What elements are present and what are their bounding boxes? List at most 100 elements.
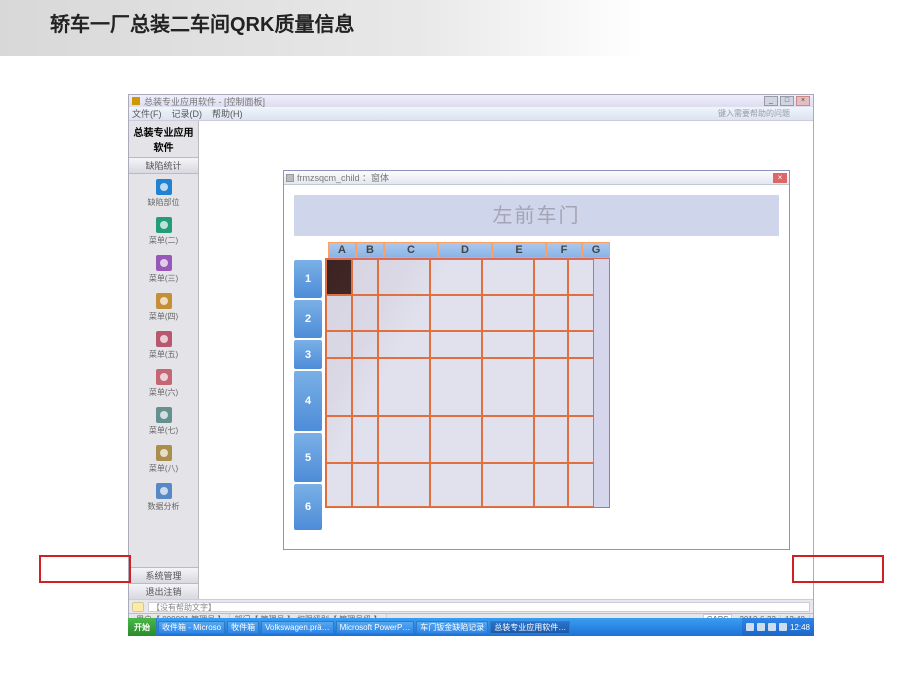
grid-cell-F4[interactable] [534,358,568,416]
grid-cell-A3[interactable] [326,331,352,358]
app-icon [132,97,140,105]
system-tray[interactable]: 12:48 [742,618,814,636]
column-header-E[interactable]: E [492,242,546,258]
sidebar-item-6[interactable]: 菜单(七) [129,402,198,440]
grid-cell-B2[interactable] [352,295,378,331]
grid-cell-A2[interactable] [326,295,352,331]
grid-cell-B5[interactable] [352,416,378,463]
row-header-3[interactable]: 3 [294,340,322,369]
col-labels: ABCDEFG [328,242,610,258]
grid-cell-C5[interactable] [378,416,430,463]
grid-cell-G5[interactable] [568,416,594,463]
column-header-A[interactable]: A [328,242,356,258]
sidebar-item-7[interactable]: 菜单(八) [129,440,198,478]
minimize-button[interactable]: _ [764,96,778,106]
column-header-B[interactable]: B [356,242,384,258]
taskbar-item[interactable]: 收件箱 - Microso [158,621,225,634]
grid-cell-E4[interactable] [482,358,534,416]
grid-cell-F2[interactable] [534,295,568,331]
grid-cell-B3[interactable] [352,331,378,358]
grid-cell-G6[interactable] [568,463,594,507]
sidebar-item-5[interactable]: 菜单(六) [129,364,198,402]
close-button[interactable]: × [796,96,810,106]
help-text: 【没有帮助文字】 [148,602,810,612]
grid-cell-D4[interactable] [430,358,482,416]
sidebar-item-4[interactable]: 菜单(五) [129,326,198,364]
sidebar-item-2[interactable]: 菜单(三) [129,250,198,288]
row-header-4[interactable]: 4 [294,371,322,431]
maximize-button[interactable]: □ [780,96,794,106]
sidebar-item-icon [155,406,173,424]
sidebar-item-icon [155,444,173,462]
grid-cell-G4[interactable] [568,358,594,416]
grid-cell-G1[interactable] [568,259,594,295]
taskbar-item[interactable]: 牧件箱 [227,621,259,634]
menu-record[interactable]: 记录(D) [172,107,203,120]
grid-cell-C1[interactable] [378,259,430,295]
grid-cell-D2[interactable] [430,295,482,331]
sidebar-item-8[interactable]: 数据分析 [129,478,198,516]
grid-cell-B6[interactable] [352,463,378,507]
row-header-5[interactable]: 5 [294,433,322,482]
main-area: frmzsqcm_child ：窗体 × 左前车门 123456 ABCDEFG [199,121,813,599]
grid-cell-B4[interactable] [352,358,378,416]
grid-cell-B1[interactable] [352,259,378,295]
grid-cell-F3[interactable] [534,331,568,358]
column-header-C[interactable]: C [384,242,438,258]
grid-cell-A4[interactable] [326,358,352,416]
tray-icon[interactable] [746,623,754,631]
sidebar-item-3[interactable]: 菜单(四) [129,288,198,326]
sidebar-header[interactable]: 缺陷统计 [129,158,198,174]
grid-cell-C3[interactable] [378,331,430,358]
tray-icon[interactable] [757,623,765,631]
menu-help[interactable]: 帮助(H) [212,107,243,120]
column-header-G[interactable]: G [582,242,610,258]
row-header-2[interactable]: 2 [294,300,322,338]
taskbar-item[interactable]: 总装专业应用软件… [490,621,570,634]
app-subtitle: 总装专业应用软件 [129,121,198,158]
row-header-1[interactable]: 1 [294,260,322,298]
sidebar-item-1[interactable]: 菜单(二) [129,212,198,250]
help-search-hint[interactable]: 键入需要帮助的问题 [718,108,800,119]
tray-icon[interactable] [779,623,787,631]
row-header-6[interactable]: 6 [294,484,322,530]
column-header-F[interactable]: F [546,242,582,258]
door-grid [325,258,610,508]
start-button[interactable]: 开始 [128,618,157,636]
grid-cell-F5[interactable] [534,416,568,463]
column-header-D[interactable]: D [438,242,492,258]
grid-cell-F1[interactable] [534,259,568,295]
grid-cell-D6[interactable] [430,463,482,507]
grid-cell-E5[interactable] [482,416,534,463]
sidebar-logout[interactable]: 退出注销 [129,583,198,599]
sidebar-item-label: 数据分析 [129,501,198,512]
grid-cell-D3[interactable] [430,331,482,358]
menu-file[interactable]: 文件(F) [132,107,162,120]
grid-cell-C4[interactable] [378,358,430,416]
grid-cell-F6[interactable] [534,463,568,507]
grid-cell-A5[interactable] [326,416,352,463]
sidebar-sysmanage[interactable]: 系统管理 [129,567,198,583]
grid-cell-G3[interactable] [568,331,594,358]
grid-cell-E3[interactable] [482,331,534,358]
grid-cell-A6[interactable] [326,463,352,507]
help-row: 【没有帮助文字】 [129,599,813,613]
grid-cell-C2[interactable] [378,295,430,331]
taskbar-item[interactable]: 车门钣金缺陷记录 [416,621,488,634]
sidebar-item-0[interactable]: 缺陷部位 [129,174,198,212]
child-close-button[interactable]: × [773,173,787,183]
sidebar-item-icon [155,330,173,348]
grid-cell-A1[interactable] [326,259,352,295]
grid-cell-G2[interactable] [568,295,594,331]
grid-cell-E1[interactable] [482,259,534,295]
taskbar-item[interactable]: Microsoft PowerP… [336,621,415,634]
grid-cell-E6[interactable] [482,463,534,507]
row-labels: 123456 [294,260,322,532]
tray-icon[interactable] [768,623,776,631]
grid-cell-D5[interactable] [430,416,482,463]
taskbar-item[interactable]: Volkswagen.prä… [261,621,333,634]
grid-cell-C6[interactable] [378,463,430,507]
grid-cell-E2[interactable] [482,295,534,331]
door-header: 左前车门 [294,195,779,236]
grid-cell-D1[interactable] [430,259,482,295]
